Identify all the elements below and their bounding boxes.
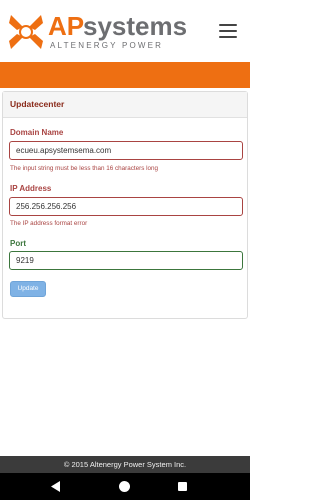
- updatecenter-panel: Updatecenter Domain Name The input strin…: [2, 91, 248, 319]
- ip-address-error: The IP address format error: [10, 220, 88, 227]
- update-button[interactable]: Update: [10, 281, 46, 297]
- port-label: Port: [10, 239, 26, 248]
- home-icon[interactable]: [119, 481, 130, 492]
- android-nav-bar: [0, 473, 250, 500]
- app-header: AP systems ALTENERGY POWER: [0, 0, 250, 62]
- copyright-footer: © 2015 Altenergy Power System Inc.: [0, 456, 250, 473]
- domain-name-error: The input string must be less than 16 ch…: [10, 165, 159, 172]
- panel-title: Updatecenter: [3, 92, 247, 118]
- port-input[interactable]: [9, 251, 243, 270]
- orange-navbar: [0, 62, 250, 88]
- svg-text:ALTENERGY POWER: ALTENERGY POWER: [50, 41, 163, 50]
- domain-name-input[interactable]: [9, 141, 243, 160]
- svg-text:AP: AP: [48, 11, 84, 41]
- ip-address-input[interactable]: [9, 197, 243, 216]
- back-icon[interactable]: [51, 481, 61, 492]
- hamburger-menu-icon[interactable]: [219, 24, 237, 38]
- ip-address-label: IP Address: [10, 184, 52, 193]
- svg-text:systems: systems: [83, 11, 186, 41]
- domain-name-label: Domain Name: [10, 128, 64, 137]
- apsystems-logo: AP systems ALTENERGY POWER: [9, 11, 186, 50]
- recents-icon[interactable]: [178, 482, 187, 491]
